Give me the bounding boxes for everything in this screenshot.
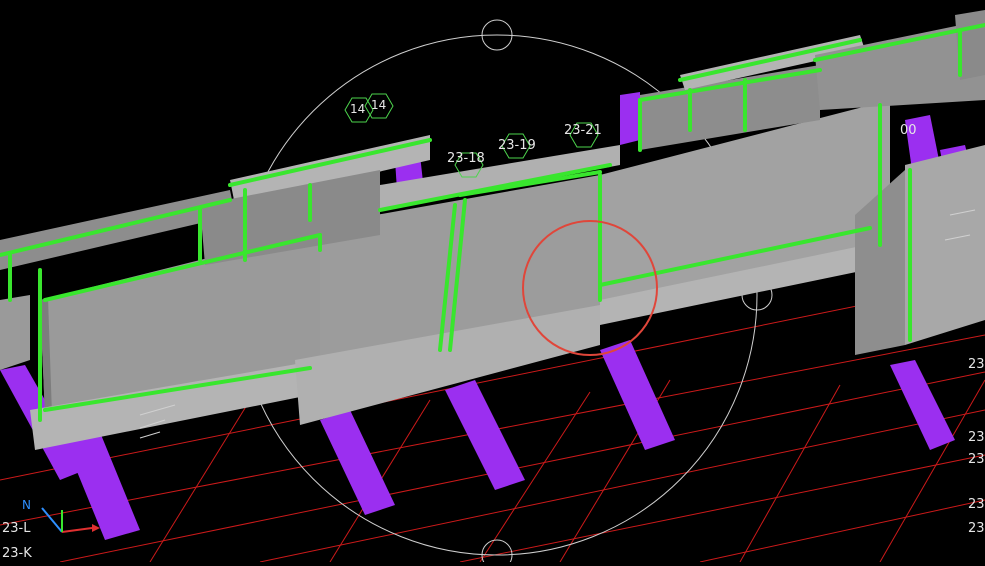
wall-panels (0, 10, 985, 450)
grid-tag-label: 23-21 (564, 123, 602, 138)
grid-tag-label: 23-19 (498, 138, 536, 153)
cad-3d-viewport[interactable]: 14 14 23-18 23-19 23-21 00 23 23 23 23 2… (0, 0, 985, 566)
grid-tag-label: 23 (968, 497, 985, 512)
grid-tag-label: 23 (968, 521, 985, 536)
model-canvas[interactable] (0, 0, 985, 566)
grid-tag-label: 00 (900, 123, 917, 138)
axis-label: N (22, 498, 31, 512)
grid-tag-label: 23-18 (447, 151, 485, 166)
grid-tag-label: 23 (968, 452, 985, 467)
grid-tag-label: 23 (968, 357, 985, 372)
grid-tag-label: 14 (350, 102, 366, 116)
grid-tag-label: 14 (371, 98, 387, 112)
grid-tag-label: 23-K (2, 546, 32, 561)
grid-tag-label: 23 (968, 430, 985, 445)
grid-tag-label: 23-L (2, 521, 31, 536)
